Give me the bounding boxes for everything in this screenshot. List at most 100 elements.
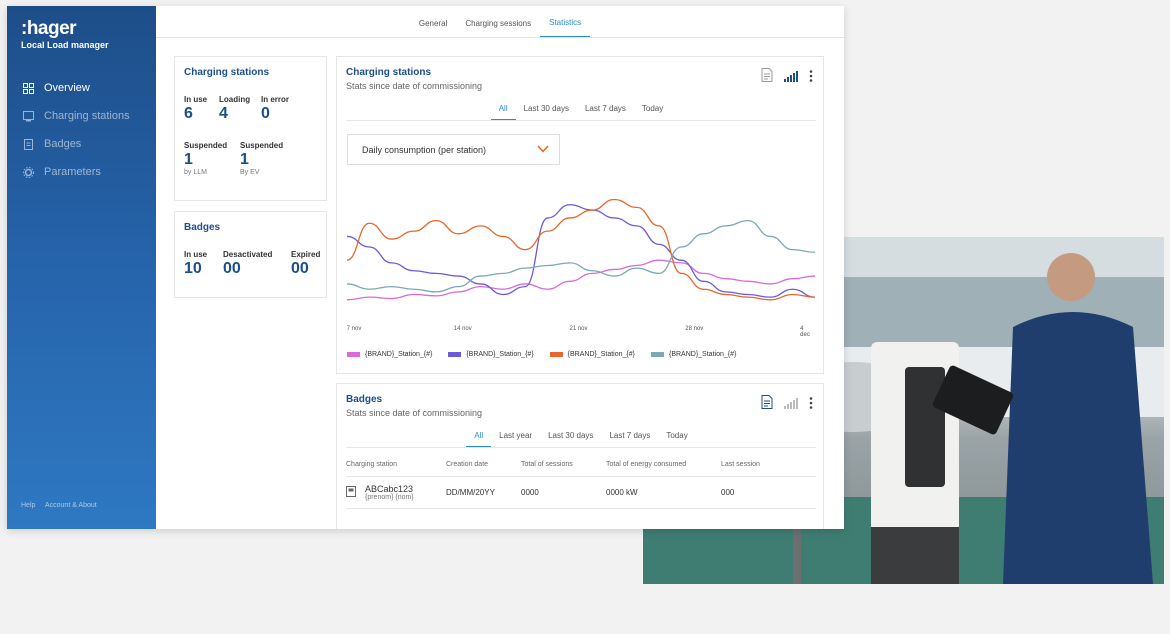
suspended-llm-value: 1: [184, 151, 193, 168]
badges-table-card: Badges Stats since date of commissioning…: [336, 383, 824, 529]
consumption-dropdown[interactable]: Daily consumption (per station): [347, 134, 560, 165]
x-tick-label: 4 dec: [800, 326, 810, 338]
chevron-down-icon: [537, 144, 549, 155]
series-line-3: [346, 198, 816, 301]
loading-value: 4: [219, 105, 228, 122]
legend-swatch: [549, 352, 563, 357]
legend-label: {BRAND}_Station_{#}: [365, 351, 433, 358]
suspended-llm-sub: by LLM: [184, 169, 207, 176]
period-tab-today[interactable]: Today: [658, 431, 695, 447]
suspended-ev-value: 1: [240, 151, 249, 168]
account-about-link[interactable]: Account & About: [45, 502, 97, 509]
legend-swatch: [650, 352, 664, 357]
gear-icon: [22, 166, 34, 178]
period-tab-last-30-days[interactable]: Last 30 days: [516, 104, 577, 120]
signal-chart-icon[interactable]: [784, 69, 798, 87]
in-error-label: In error: [261, 95, 290, 104]
period-tab-all[interactable]: All: [466, 431, 492, 447]
badge-icon: [22, 138, 34, 150]
in-use-label: In use: [184, 95, 208, 104]
table-header-row: Charging station Creation date Total of …: [346, 453, 816, 477]
sidebar-item-overview[interactable]: Overview: [7, 74, 156, 102]
series-line-2: [346, 204, 816, 298]
x-tick-label: 7 nov: [346, 326, 362, 332]
tab-general[interactable]: General: [410, 19, 456, 37]
tab-statistics[interactable]: Statistics: [540, 18, 591, 37]
signal-chart-icon[interactable]: [784, 396, 798, 414]
legend-label: {BRAND}_Station_{#}: [466, 351, 534, 358]
table-row[interactable]: ABCabc123 {prenom} {nom} DD/MM/20YY 0000…: [346, 476, 816, 509]
charging-station-icon: [346, 486, 356, 499]
badges-period-tabs: All Last year Last 30 days Last 7 days T…: [346, 431, 816, 448]
station-name: ABCabc123: [365, 484, 414, 494]
x-axis-ticks: 7 nov 14 nov 21 nov 28 nov 4 dec: [346, 326, 810, 338]
chart-legend: {BRAND}_Station_{#} {BRAND}_Station_{#} {B…: [347, 351, 736, 358]
stations-summary-card: Charging stations In use 6 Loading 4 In …: [174, 56, 327, 201]
x-tick-label: 28 nov: [685, 326, 704, 332]
app-subtitle: Local Load manager: [21, 40, 109, 50]
column-header[interactable]: Total of sessions: [521, 453, 606, 477]
card-title: Badges: [346, 394, 383, 405]
column-header[interactable]: Charging station: [346, 453, 446, 477]
period-tab-all[interactable]: All: [490, 104, 516, 120]
period-tab-today[interactable]: Today: [634, 104, 671, 120]
legend-item[interactable]: {BRAND}_Station_{#}: [549, 351, 635, 358]
legend-item[interactable]: {BRAND}_Station_{#}: [347, 351, 432, 358]
sidebar: :hager Local Load manager Overview Charg…: [7, 6, 156, 529]
legend-label: {BRAND}_Station_{#}: [668, 351, 737, 358]
tab-charging-sessions[interactable]: Charging sessions: [456, 19, 540, 37]
sidebar-item-label: Parameters: [44, 166, 101, 178]
total-sessions: 0000: [521, 476, 606, 509]
period-tab-last-30-days[interactable]: Last 30 days: [540, 431, 601, 447]
grid-icon: [22, 82, 34, 94]
deactivated-value: 00: [223, 260, 241, 277]
sidebar-item-label: Badges: [44, 138, 82, 150]
period-tab-last-7-days[interactable]: Last 7 days: [601, 431, 658, 447]
card-title: Charging stations: [346, 67, 432, 78]
document-icon[interactable]: [761, 395, 773, 414]
main-content: General Charging sessions Statistics Cha…: [156, 6, 844, 529]
x-tick-label: 21 nov: [569, 326, 588, 332]
sidebar-footer: Help Account & About: [21, 502, 105, 509]
document-icon[interactable]: [761, 68, 773, 87]
legend-swatch: [347, 352, 360, 357]
card-subtitle: Stats since date of commissioning: [346, 408, 483, 418]
period-tab-last-7-days[interactable]: Last 7 days: [577, 104, 634, 120]
top-tabs: General Charging sessions Statistics: [156, 6, 844, 38]
loading-label: Loading: [219, 95, 251, 104]
badges-in-use-value: 10: [184, 260, 202, 277]
app-window: :hager Local Load manager Overview Charg…: [7, 6, 844, 529]
station-owner: {prenom} {nom}: [365, 494, 414, 501]
legend-item[interactable]: {BRAND}_Station_{#}: [650, 351, 737, 358]
charging-station-icon: [22, 110, 34, 122]
sidebar-item-charging-stations[interactable]: Charging stations: [7, 102, 156, 130]
expired-value: 00: [291, 260, 309, 277]
sidebar-item-parameters[interactable]: Parameters: [7, 158, 156, 186]
suspended-ev-sub: By EV: [240, 169, 260, 176]
sidebar-item-label: Charging stations: [44, 110, 130, 122]
period-tab-last-year[interactable]: Last year: [491, 431, 540, 447]
badges-table: Charging station Creation date Total of …: [346, 453, 816, 509]
badges-in-use-label: In use: [184, 250, 208, 259]
card-title: Charging stations: [184, 67, 270, 78]
column-header[interactable]: Last session: [721, 453, 816, 477]
legend-item[interactable]: {BRAND}_Station_{#}: [448, 351, 534, 358]
hager-logo: :hager: [21, 18, 77, 39]
badges-summary-card: Badges In use 10 Desactivated 00 Expired…: [174, 211, 327, 298]
dropdown-value: Daily consumption (per station): [362, 144, 487, 155]
total-energy: 0000 kW: [606, 476, 721, 509]
sidebar-item-label: Overview: [44, 82, 90, 94]
last-session: 000: [721, 476, 816, 509]
card-subtitle: Stats since date of commissioning: [346, 81, 483, 91]
stations-chart-card: Charging stations Stats since date of co…: [336, 56, 824, 374]
more-vertical-icon[interactable]: [809, 69, 813, 87]
x-tick-label: 14 nov: [453, 326, 472, 332]
column-header[interactable]: Total of energy consumed: [606, 453, 721, 477]
expired-label: Expired: [291, 250, 321, 259]
help-link[interactable]: Help: [21, 502, 35, 509]
in-error-value: 0: [261, 105, 270, 122]
column-header[interactable]: Creation date: [446, 453, 521, 477]
more-vertical-icon[interactable]: [809, 396, 813, 414]
sidebar-item-badges[interactable]: Badges: [7, 130, 156, 158]
suspended-ev-label: Suspended: [240, 141, 284, 150]
